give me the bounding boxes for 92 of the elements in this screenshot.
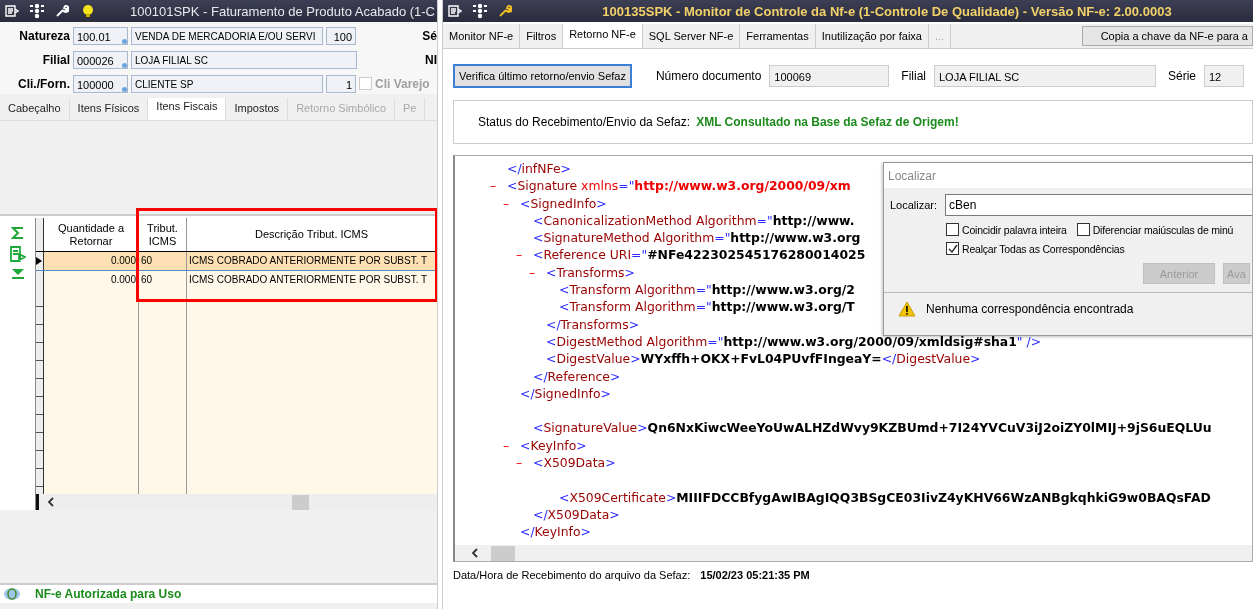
xml-line: – <KeyInfo> — [503, 436, 587, 454]
row-pointer-icon — [36, 257, 42, 265]
dialog-title: Localizar — [884, 163, 1252, 188]
collapse-down-icon[interactable] — [10, 268, 25, 280]
column-header[interactable]: Descrição Tribut. ICMS — [187, 218, 437, 251]
scroll-thumb[interactable] — [292, 494, 309, 510]
xml-line: – <Signature xmlns="http://www.w3.org/2000/09/xm — [490, 177, 851, 195]
xml-line: <DigestValue>WYxffh+OKX+FvL04PUvfFIngeaY=</DigestValue> — [546, 350, 981, 368]
xml-line: <Transform Algorithm="http://www.w3.org/T — [559, 298, 855, 316]
code-field[interactable]: 100.01 — [73, 26, 128, 45]
field-label: Localizar: — [890, 199, 938, 211]
checkbox[interactable] — [946, 223, 959, 236]
xml-line: </infNFe> — [507, 160, 571, 177]
table-cell: 0.000 — [44, 252, 139, 270]
xml-line: – <SignedInfo> — [503, 194, 607, 212]
checkbox-label: Cli Varejo — [375, 76, 430, 91]
tab[interactable]: Itens Fiscais — [148, 98, 227, 120]
tab[interactable]: Cabeçalho — [0, 98, 70, 120]
tab[interactable]: Ferramentas — [740, 24, 816, 48]
xml-line: <SignatureMethod Algorithm="http://www.w3.org — [533, 229, 861, 247]
number-field[interactable]: 1 — [326, 74, 356, 93]
text-field[interactable]: 12 — [1204, 65, 1244, 87]
tab[interactable]: Inutilização por faixa — [815, 24, 929, 48]
status-label: Status do Recebimento/Envio da Sefaz: — [478, 115, 691, 129]
field-label: NI — [425, 52, 437, 67]
description-field[interactable]: LOJA FILIAL SC — [131, 50, 357, 69]
text-field[interactable]: 100069 — [769, 65, 890, 87]
sum-icon[interactable] — [10, 226, 25, 240]
tab[interactable]: Impostos — [226, 98, 289, 120]
field-label: Série — [1168, 69, 1196, 83]
checkbox[interactable] — [946, 242, 959, 255]
xml-line: <CanonicalizationMethod Algorithm="http://www. — [533, 211, 855, 229]
field-label: Número documento — [655, 69, 762, 83]
number-field[interactable]: 100 — [326, 26, 356, 45]
field-label: Cli./Forn. — [17, 76, 71, 91]
checkbox-label: Diferenciar maiúsculas de minú — [1092, 223, 1234, 236]
corner-cell — [36, 218, 44, 251]
field-label: Sé — [422, 28, 437, 43]
field-label: Natureza — [18, 28, 71, 43]
tab[interactable]: SQL Server NF-e — [642, 24, 741, 48]
xml-line: <Transform Algorithm="http://www.w3.org/2 — [559, 281, 855, 299]
menu-icon[interactable] — [448, 4, 462, 18]
checkbox-label: Coincidir palavra inteira — [962, 223, 1067, 236]
xml-line: <DigestMethod Algorithm="http://www.w3.org/2000/09/xmldsig#sha1" /> — [546, 332, 1042, 350]
column-header[interactable]: Tribut. ICMS — [139, 218, 187, 251]
table-cell: 60 — [139, 252, 187, 270]
table-cell: ICMS COBRADO ANTERIORMENTE POR SUBST. T — [187, 252, 437, 270]
row-header-cell[interactable] — [36, 271, 44, 289]
message-text: Nenhuma correspondência encontrada — [926, 302, 1134, 316]
code-field[interactable]: 000026 — [73, 50, 128, 69]
table-row[interactable]: 0.000 60 ICMS COBRADO ANTERIORMENTE POR SUBST. T — [36, 252, 437, 271]
check-icon — [947, 243, 958, 254]
xml-line: </X509Data> — [533, 505, 620, 523]
field-label: Filial — [901, 69, 926, 83]
scroll-left-icon[interactable] — [47, 497, 55, 507]
checkbox[interactable] — [1076, 223, 1090, 236]
xml-line: – <Transforms> — [529, 263, 635, 281]
xml-line: </Reference> — [533, 367, 621, 385]
text-field[interactable]: LOJA FILIAL SC — [934, 65, 1156, 87]
export-icon[interactable] — [9, 246, 26, 262]
xml-line: </SignedInfo> — [520, 384, 611, 402]
warning-icon — [898, 301, 916, 317]
xml-line: <SignatureValue>Qn6NxKiwcWeeYoUwALHZdWvy9KZBUmd+7I24YVCuV3iJ2oiZY0lMIJ+9jS6uEQLUu — [533, 419, 1212, 437]
xml-line: </KeyInfo> — [520, 523, 591, 541]
scrollbar[interactable] — [36, 494, 437, 510]
verify-button[interactable]: Verifica último retorno/envio Sefaz — [453, 64, 632, 88]
scrollbar[interactable] — [455, 545, 1252, 561]
field-label: Filial — [41, 52, 71, 67]
tab[interactable]: Monitor NF-e — [443, 24, 521, 48]
xml-line: – <X509Data> — [516, 454, 616, 472]
description-field[interactable]: VENDA DE MERCADORIA E/OU SERVI — [131, 26, 323, 45]
received-label: Data/Hora de Recebimento do arquivo da Sefaz: — [453, 569, 691, 581]
received-value: 15/02/23 05:21:35 PM — [700, 569, 810, 581]
xml-line: – <Reference URI="#NFe422302545176280014025 — [516, 246, 866, 264]
search-field[interactable]: cBen — [945, 194, 1252, 216]
menu-icon[interactable] — [5, 4, 19, 18]
window-title: 100135SPK - Monitor de Controle da Nf-e (1-Controle De Qualidade) - Versão NF-e: 2.00.0003 — [601, 3, 1173, 19]
xml-line: </Transforms> — [546, 315, 640, 333]
checkbox-label: Realçar Todas as Correspondências — [962, 242, 1125, 255]
xml-line: <X509Certificate>MIIIFDCCBfygAwIBAgIQQ3BSgCE03IivZ4yKHV66WzANBgkqhkiG9w0BAQsFAD — [559, 488, 1211, 506]
window-title: 100101SPK - Faturamento de Produto Acabado (1-C — [130, 3, 436, 19]
code-field[interactable]: 100000 — [73, 74, 128, 93]
scroll-left-icon[interactable] — [471, 548, 479, 558]
row-header-cell[interactable] — [36, 252, 44, 270]
status-value: XML Consultado na Base da Sefaz de Origem! — [696, 115, 959, 129]
copy-key-button[interactable]: Copia a chave da NF-e para a — [1081, 26, 1253, 46]
status-text: NF-e Autorizada para Uso — [35, 587, 182, 601]
tab[interactable]: Retorno NF-e — [563, 24, 643, 48]
light-bulb-icon[interactable] — [80, 3, 96, 19]
description-field[interactable]: CLIENTE SP — [131, 74, 323, 93]
scroll-thumb[interactable] — [491, 545, 515, 561]
column-header[interactable]: Quantidade a Retornar — [44, 218, 139, 251]
